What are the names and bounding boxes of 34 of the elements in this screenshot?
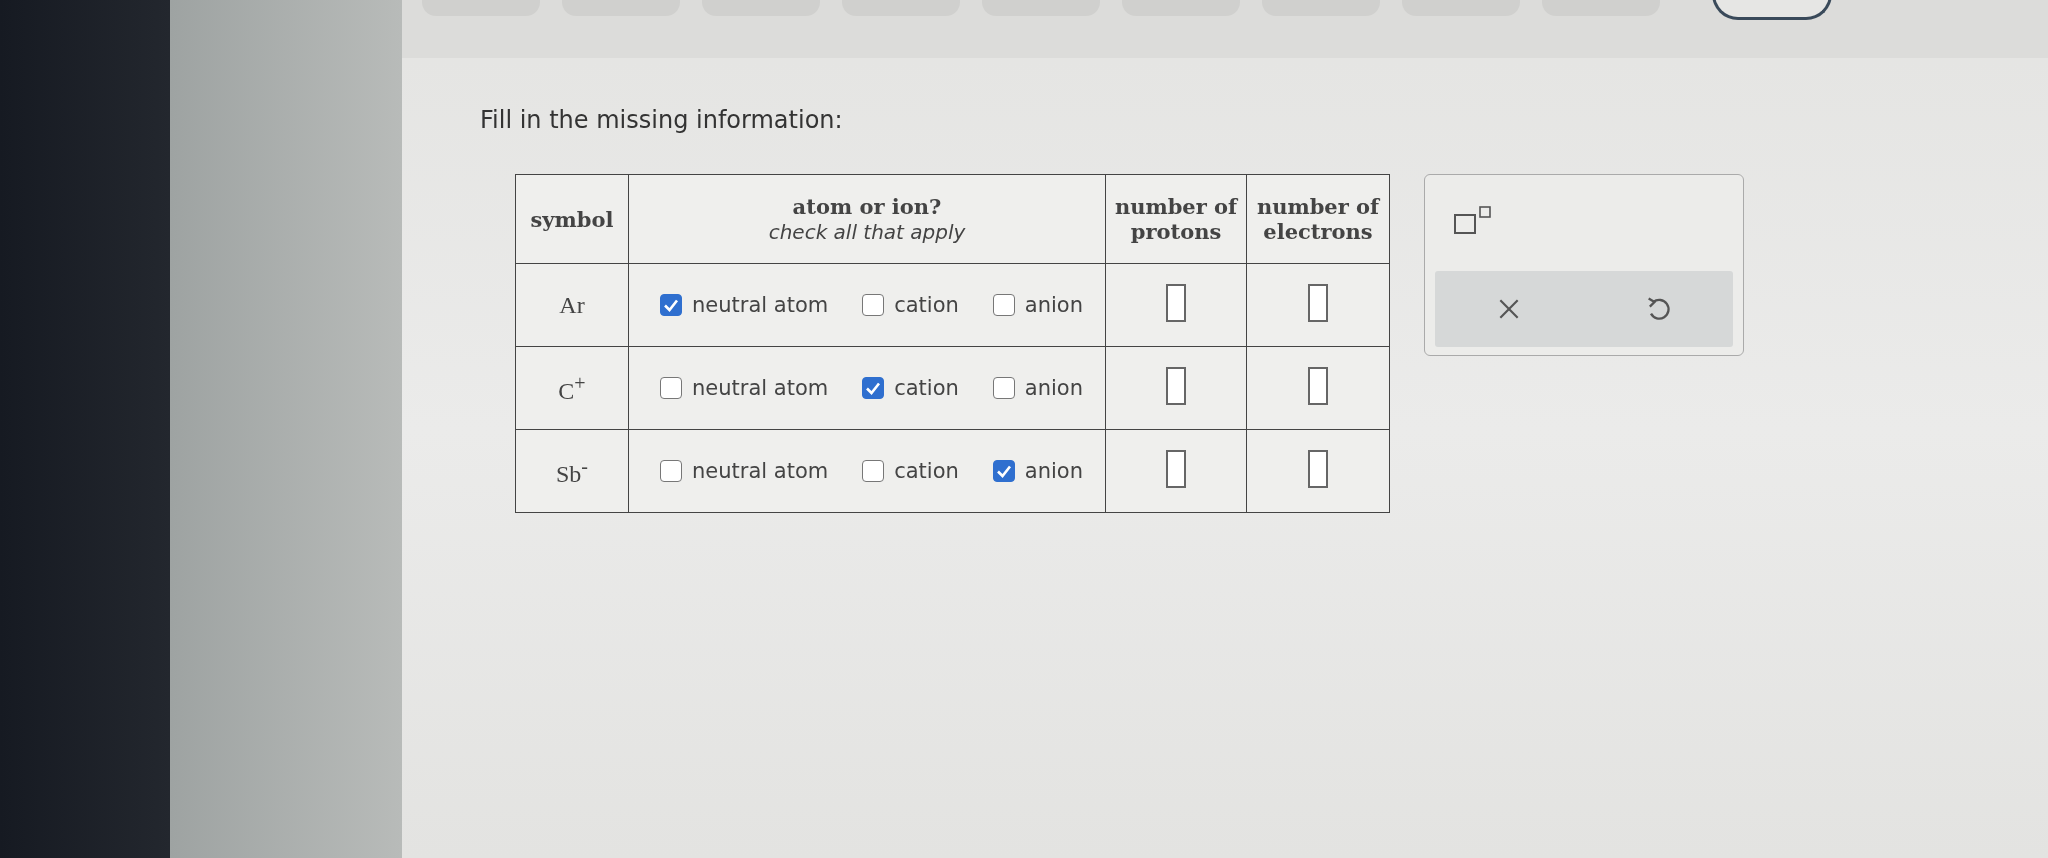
checkbox[interactable]	[992, 377, 1015, 399]
element-symbol: Sb$^{-}$	[556, 460, 588, 487]
checkbox[interactable]	[862, 460, 885, 482]
checkbox[interactable]	[992, 460, 1015, 482]
input-field[interactable]	[1308, 450, 1328, 488]
input-field[interactable]	[1308, 367, 1328, 405]
column-header: number of electrons	[1256, 194, 1380, 244]
instruction-text: Fill in the missing information:	[480, 106, 844, 134]
checkbox-label: neutral atom	[692, 293, 829, 317]
input-field[interactable]	[1166, 284, 1186, 322]
checkbox[interactable]	[862, 377, 885, 399]
checkbox[interactable]	[660, 377, 682, 399]
checkbox-label: cation	[894, 376, 959, 400]
input-field[interactable]	[1308, 284, 1328, 322]
input-field[interactable]	[1166, 450, 1186, 488]
checkbox-label: cation	[894, 459, 959, 483]
column-header: number of protons	[1114, 194, 1238, 244]
superscript-icon[interactable]	[1453, 205, 1493, 235]
checkbox-label: anion	[1024, 293, 1083, 317]
input-field[interactable]	[1166, 367, 1186, 405]
checkbox[interactable]	[660, 294, 682, 316]
column-subheader: check all that apply	[768, 220, 966, 244]
element-symbol: Ar	[559, 291, 585, 318]
column-header: symbol	[530, 206, 614, 232]
checkbox-label: anion	[1024, 376, 1083, 400]
element-symbol: C$^{+}$	[558, 377, 586, 404]
checkbox[interactable]	[862, 294, 885, 316]
checkbox-label: cation	[894, 293, 959, 317]
checkbox[interactable]	[660, 460, 682, 482]
checkbox-label: anion	[1024, 459, 1083, 483]
checkbox-label: neutral atom	[692, 376, 829, 400]
checkbox-label: neutral atom	[692, 459, 829, 483]
checkbox[interactable]	[992, 294, 1015, 316]
column-header: atom or ion?	[792, 194, 942, 219]
